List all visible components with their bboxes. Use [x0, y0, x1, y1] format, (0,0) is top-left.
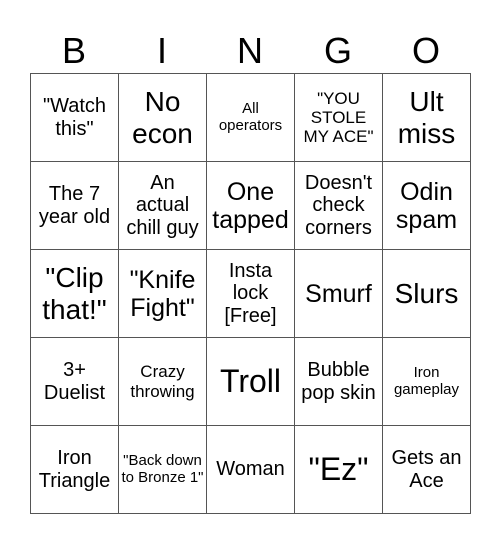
- bingo-cell[interactable]: Crazy throwing: [119, 338, 207, 426]
- bingo-board: "Watch this" No econ All operators "YOU …: [30, 73, 471, 514]
- bingo-cell[interactable]: Odin spam: [383, 162, 471, 250]
- bingo-cell[interactable]: 3+ Duelist: [31, 338, 119, 426]
- bingo-cell[interactable]: Slurs: [383, 250, 471, 338]
- bingo-cell[interactable]: "Ez": [295, 426, 383, 514]
- bingo-cell[interactable]: Smurf: [295, 250, 383, 338]
- bingo-cell-center[interactable]: One tapped: [207, 162, 295, 250]
- bingo-cell[interactable]: "Back down to Bronze 1": [119, 426, 207, 514]
- header-letter-i: I: [156, 30, 167, 71]
- bingo-cell[interactable]: Bubble pop skin: [295, 338, 383, 426]
- bingo-cell[interactable]: Doesn't check corners: [295, 162, 383, 250]
- bingo-cell[interactable]: All operators: [207, 74, 295, 162]
- header-letter-g: G: [323, 30, 352, 71]
- bingo-cell[interactable]: Gets an Ace: [383, 426, 471, 514]
- bingo-cell[interactable]: "Clip that!": [31, 250, 119, 338]
- bingo-cell[interactable]: The 7 year old: [31, 162, 119, 250]
- bingo-cell[interactable]: Iron Triangle: [31, 426, 119, 514]
- bingo-cell[interactable]: Troll: [207, 338, 295, 426]
- bingo-cell[interactable]: "Watch this": [31, 74, 119, 162]
- bingo-cell[interactable]: Ult miss: [383, 74, 471, 162]
- bingo-cell[interactable]: Insta lock [Free]: [207, 250, 295, 338]
- bingo-cell[interactable]: Woman: [207, 426, 295, 514]
- header-letter-o: O: [411, 30, 440, 71]
- bingo-header: B I N G O: [30, 28, 470, 73]
- bingo-cell[interactable]: No econ: [119, 74, 207, 162]
- bingo-cell[interactable]: Iron gameplay: [383, 338, 471, 426]
- bingo-cell[interactable]: An actual chill guy: [119, 162, 207, 250]
- bingo-cell[interactable]: "Knife Fight": [119, 250, 207, 338]
- header-letter-b: B: [61, 30, 86, 71]
- bingo-cell[interactable]: "YOU STOLE MY ACE": [295, 74, 383, 162]
- header-letter-n: N: [237, 30, 263, 71]
